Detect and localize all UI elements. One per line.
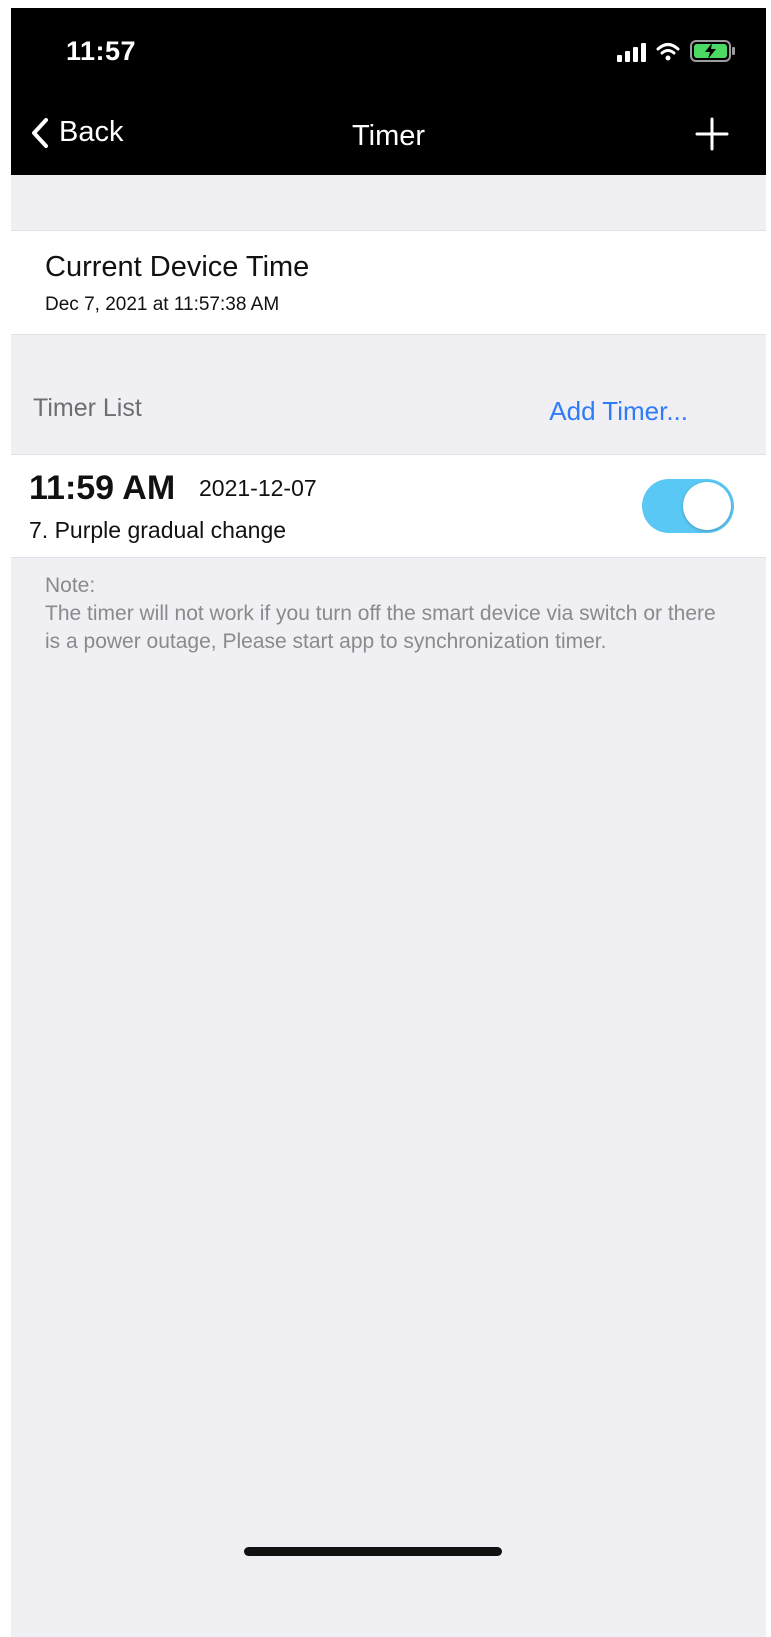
add-button[interactable] [692, 114, 732, 154]
home-indicator [244, 1547, 502, 1556]
timer-time: 11:59 AM [29, 469, 176, 507]
wifi-icon [656, 42, 680, 62]
timer-date: 2021-12-07 [199, 475, 317, 501]
note-text: Note: The timer will not work if you tur… [45, 574, 716, 653]
toggle-knob [683, 482, 731, 530]
page-title: Timer [351, 120, 426, 152]
timer-list-label: Timer List [33, 394, 142, 422]
timer-enabled-toggle[interactable] [642, 479, 734, 533]
signal-icon [617, 42, 646, 62]
add-timer-link[interactable]: Add Timer... [549, 396, 688, 427]
plus-icon [695, 117, 729, 151]
device-time-value: Dec 7, 2021 at 11:57:38 AM [45, 294, 280, 315]
status-time: 11:57 [66, 36, 137, 66]
timer-list-header: Timer List Add Timer... [11, 386, 766, 446]
device-time-title: Current Device Time [45, 251, 310, 283]
status-icons [617, 40, 736, 62]
top-bar: 11:57 Back Timer [11, 8, 766, 175]
timer-row[interactable]: 11:59 AM 2021-12-07 7. Purple gradual ch… [11, 454, 766, 558]
battery-charging-icon [690, 40, 736, 62]
timer-description: 7. Purple gradual change [29, 517, 287, 543]
app-screen: 11:57 Back Timer Current Device Time Dec… [11, 8, 766, 1637]
device-time-card: Current Device Time Dec 7, 2021 at 11:57… [11, 230, 766, 335]
